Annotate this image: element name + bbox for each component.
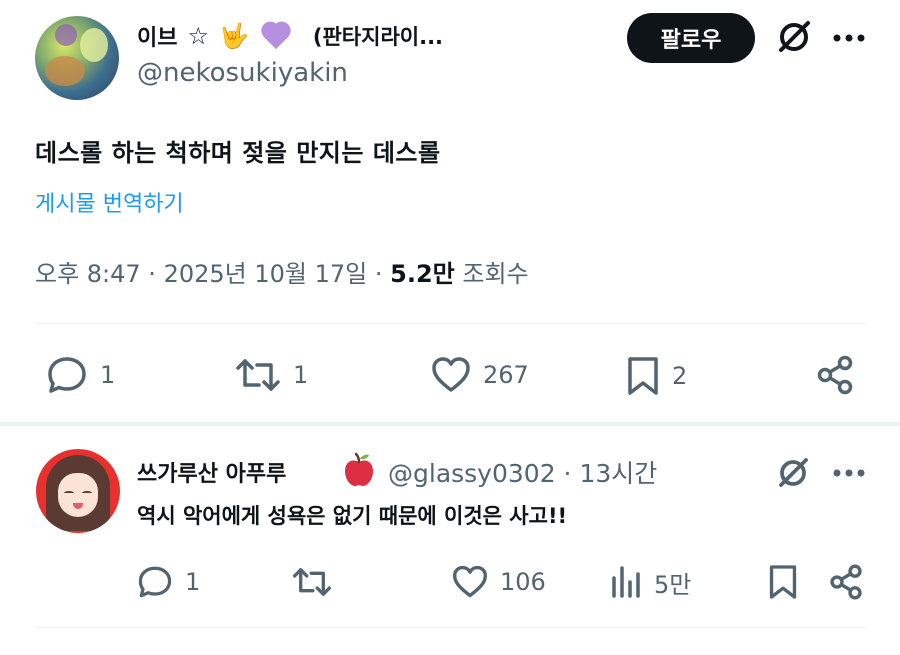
author-name-suffix: (판타지라이... bbox=[312, 25, 444, 49]
reply-like-button[interactable]: 106 bbox=[452, 564, 546, 600]
reply-reply-count: 1 bbox=[185, 568, 201, 596]
reply-icon bbox=[48, 357, 86, 393]
views-count: 5.2만 bbox=[390, 260, 455, 288]
like-button[interactable]: 267 bbox=[431, 355, 529, 395]
post-timestamp[interactable]: 오후 8:47 · 2025년 10월 17일 · bbox=[35, 260, 390, 288]
post-text: 데스롤 하는 척하며 젖을 만지는 데스롤 bbox=[35, 139, 441, 167]
views-label: 조회수 bbox=[454, 260, 529, 288]
author-handle[interactable]: @nekosukiyakin bbox=[137, 58, 348, 88]
repost-button[interactable]: 1 bbox=[235, 355, 308, 395]
bookmark-count: 2 bbox=[672, 362, 688, 390]
reply-button[interactable]: 1 bbox=[46, 355, 115, 395]
bookmark-icon bbox=[628, 357, 658, 395]
grok-icon[interactable] bbox=[775, 18, 813, 56]
repost-icon bbox=[292, 568, 332, 596]
reply-views-count: 5만 bbox=[654, 570, 692, 599]
bookmark-button[interactable]: 2 bbox=[626, 355, 687, 397]
more-options-icon[interactable] bbox=[832, 460, 866, 486]
share-button[interactable] bbox=[815, 355, 855, 395]
bookmark-icon bbox=[769, 565, 797, 599]
rock-hand-emoji-icon: 🤟 bbox=[219, 22, 249, 50]
section-separator bbox=[0, 422, 900, 426]
reply-reply-button[interactable]: 1 bbox=[137, 564, 200, 600]
reply-text: 역시 악어에게 성욕은 없기 때문에 이것은 사고!! bbox=[137, 504, 568, 528]
reply-handle-time[interactable]: @glassy0302 · 13시간 bbox=[388, 454, 657, 490]
reply-bookmark-button[interactable] bbox=[768, 563, 798, 601]
repost-count: 1 bbox=[293, 361, 309, 389]
heart-icon bbox=[452, 565, 488, 598]
red-apple-emoji-icon bbox=[345, 452, 373, 486]
follow-button[interactable]: 팔로우 bbox=[627, 13, 755, 63]
divider bbox=[35, 627, 868, 628]
translate-post-link[interactable]: 게시물 번역하기 bbox=[35, 186, 184, 218]
author-display-name[interactable]: 이브 ☆ 🤟 (판타지라이... bbox=[137, 20, 443, 52]
purple-heart-emoji-icon bbox=[259, 21, 293, 51]
heart-icon bbox=[432, 357, 470, 392]
star-emoji-icon: ☆ bbox=[187, 22, 209, 50]
views-chart-icon bbox=[612, 566, 640, 598]
divider bbox=[35, 323, 868, 324]
repost-icon bbox=[236, 359, 280, 391]
reply-repost-button[interactable] bbox=[292, 564, 344, 600]
share-icon bbox=[817, 355, 853, 395]
reply-author-avatar[interactable] bbox=[36, 449, 120, 533]
reply-views-button[interactable]: 5만 bbox=[610, 564, 691, 600]
like-count: 267 bbox=[483, 361, 529, 389]
reply-author-name[interactable]: 쓰가루산 아푸루 bbox=[137, 456, 286, 488]
share-icon bbox=[830, 564, 862, 600]
reply-icon bbox=[138, 566, 172, 598]
grok-icon[interactable] bbox=[775, 455, 811, 491]
post-meta: 오후 8:47 · 2025년 10월 17일 · 5.2만 조회수 bbox=[35, 254, 529, 289]
reply-count: 1 bbox=[100, 361, 116, 389]
author-avatar[interactable] bbox=[35, 16, 119, 100]
more-options-icon[interactable] bbox=[832, 25, 866, 51]
reply-share-button[interactable] bbox=[828, 564, 864, 600]
reply-like-count: 106 bbox=[500, 568, 546, 596]
author-name-text: 이브 bbox=[137, 26, 178, 51]
